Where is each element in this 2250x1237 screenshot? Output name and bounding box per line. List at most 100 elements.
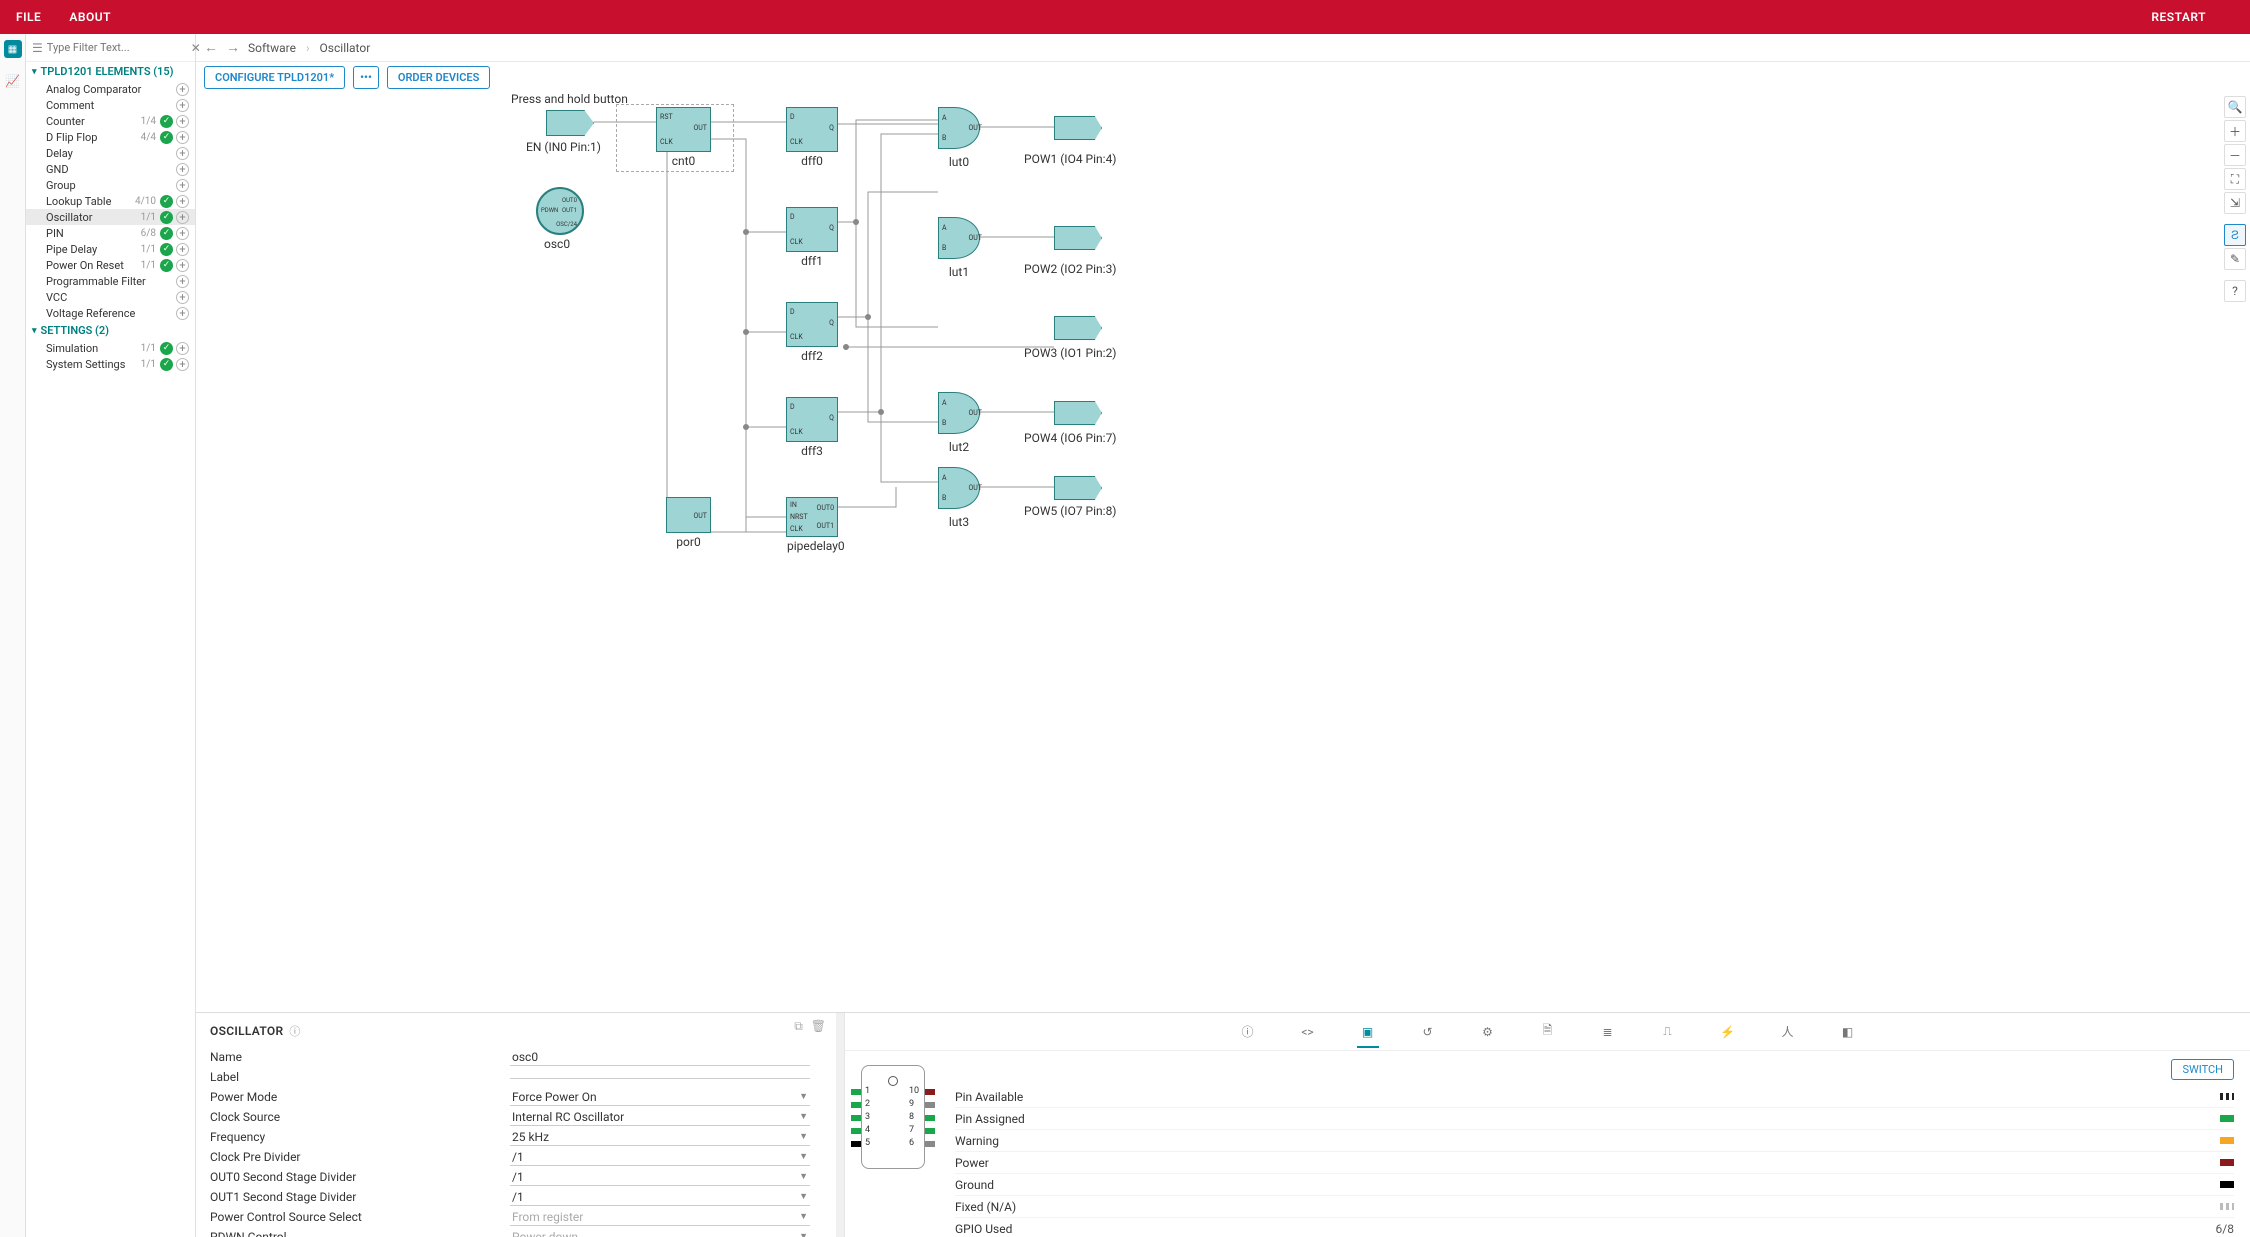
tree-item[interactable]: PIN6/8✓+	[26, 225, 195, 241]
sidebar-filter-input[interactable]	[47, 41, 187, 54]
menu-about[interactable]: ABOUT	[69, 10, 111, 24]
tree-item[interactable]: D Flip Flop4/4✓+	[26, 129, 195, 145]
configure-device-button[interactable]: CONFIGURE TPLD1201*	[204, 66, 345, 89]
add-element-icon[interactable]: +	[176, 227, 189, 240]
pin-legend: SWITCH Pin AvailablePin AssignedWarningP…	[955, 1059, 2234, 1229]
tree-item[interactable]: Counter1/4✓+	[26, 113, 195, 129]
add-element-icon[interactable]: +	[176, 195, 189, 208]
block-pow5[interactable]	[1054, 476, 1102, 500]
schematic-canvas[interactable]: Press and hold button EN (IN0 Pin:1) RST…	[196, 92, 2250, 1012]
tab-layout-icon[interactable]: ◧	[1837, 1021, 1859, 1043]
block-pow1[interactable]	[1054, 116, 1102, 140]
graph-view-icon[interactable]: 📈	[4, 72, 22, 90]
block-osc0[interactable]: PDWN OUT0 OUT1 OSC/24	[536, 187, 584, 235]
add-element-icon[interactable]: +	[176, 291, 189, 304]
tree-item[interactable]: VCC+	[26, 289, 195, 305]
tree-item[interactable]: Simulation1/1✓+	[26, 340, 195, 356]
nav-back-icon[interactable]: ←	[204, 39, 218, 56]
add-element-icon[interactable]: +	[176, 243, 189, 256]
tree-item[interactable]: Comment+	[26, 97, 195, 113]
route-tool-icon[interactable]: Ƨ	[2224, 224, 2246, 246]
property-value[interactable]: osc0	[510, 1049, 810, 1066]
property-value[interactable]: /1▼	[510, 1189, 810, 1206]
tab-graph-icon[interactable]: 人	[1777, 1021, 1799, 1043]
add-element-icon[interactable]: +	[176, 83, 189, 96]
property-value[interactable]: Force Power On▼	[510, 1089, 810, 1106]
tree-item[interactable]: Analog Comparator+	[26, 81, 195, 97]
tree-item[interactable]: Power On Reset1/1✓+	[26, 257, 195, 273]
tree-item[interactable]: Pipe Delay1/1✓+	[26, 241, 195, 257]
block-dff0[interactable]: D Q CLK dff0	[786, 107, 838, 152]
tab-info-icon[interactable]: ⓘ	[1237, 1021, 1259, 1043]
add-element-icon[interactable]: +	[176, 342, 189, 355]
add-element-icon[interactable]: +	[176, 275, 189, 288]
property-value[interactable]: 25 kHz▼	[510, 1129, 810, 1146]
edit-tool-icon[interactable]: ✎	[2224, 248, 2246, 270]
add-element-icon[interactable]: +	[176, 115, 189, 128]
zoom-in-icon[interactable]: ＋	[2224, 120, 2246, 142]
block-cnt0[interactable]: RST OUT CLK cnt0	[656, 107, 711, 152]
add-element-icon[interactable]: +	[176, 259, 189, 272]
add-element-icon[interactable]: +	[176, 358, 189, 371]
tree-item[interactable]: Lookup Table4/10✓+	[26, 193, 195, 209]
add-element-icon[interactable]: +	[176, 307, 189, 320]
components-view-icon[interactable]: ▦	[4, 40, 22, 58]
property-value[interactable]: Internal RC Oscillator▼	[510, 1109, 810, 1126]
add-element-icon[interactable]: +	[176, 99, 189, 112]
block-pipedelay0[interactable]: IN NRST CLK OUT0 OUT1 pipedelay0	[786, 497, 838, 537]
block-en-input[interactable]	[546, 110, 594, 136]
property-value[interactable]: From register▼	[510, 1209, 810, 1226]
tree-item[interactable]: Programmable Filter+	[26, 273, 195, 289]
zoom-out-icon[interactable]: －	[2224, 144, 2246, 166]
block-pow3[interactable]	[1054, 316, 1102, 340]
menu-restart[interactable]: RESTART	[2151, 10, 2206, 24]
menu-file[interactable]: FILE	[16, 10, 41, 24]
tree-group-header[interactable]: ▾SETTINGS (2)	[26, 321, 195, 340]
tree-item[interactable]: Group+	[26, 177, 195, 193]
breadcrumb-leaf[interactable]: Oscillator	[320, 41, 371, 55]
tab-wave-icon[interactable]: ⎍	[1657, 1021, 1679, 1043]
property-value[interactable]: Power down▼	[510, 1229, 810, 1237]
tab-power-icon[interactable]: ⚡	[1717, 1021, 1739, 1043]
block-pow4[interactable]	[1054, 401, 1102, 425]
fit-screen-icon[interactable]: ⛶	[2224, 168, 2246, 190]
tab-code-icon[interactable]: <>	[1297, 1021, 1319, 1043]
nav-forward-icon[interactable]: →	[226, 39, 240, 56]
add-element-icon[interactable]: +	[176, 179, 189, 192]
tab-history-icon[interactable]: ↺	[1417, 1021, 1439, 1043]
block-por0[interactable]: OUT por0	[666, 497, 711, 533]
info-icon[interactable]: ⓘ	[289, 1023, 300, 1039]
add-element-icon[interactable]: +	[176, 211, 189, 224]
more-actions-button[interactable]: •••	[353, 66, 379, 89]
help-icon[interactable]: ?	[2224, 280, 2246, 302]
tree-group-header[interactable]: ▾TPLD1201 ELEMENTS (15)	[26, 62, 195, 81]
property-value[interactable]: /1▼	[510, 1169, 810, 1186]
property-value[interactable]: /1▼	[510, 1149, 810, 1166]
add-element-icon[interactable]: +	[176, 147, 189, 160]
add-element-icon[interactable]: +	[176, 131, 189, 144]
tab-chip-icon[interactable]: ▣	[1357, 1026, 1379, 1048]
zoom-tool-icon[interactable]: 🔍	[2224, 96, 2246, 118]
add-element-icon[interactable]: +	[176, 163, 189, 176]
copy-icon[interactable]: ⧉	[794, 1019, 803, 1034]
block-dff1[interactable]: D Q CLK dff1	[786, 207, 838, 252]
tree-item[interactable]: Delay+	[26, 145, 195, 161]
block-dff2[interactable]: D Q CLK dff2	[786, 302, 838, 347]
delete-icon[interactable]: 🗑	[811, 1019, 826, 1034]
layout-icon[interactable]: ⇲	[2224, 192, 2246, 214]
block-pow2[interactable]	[1054, 226, 1102, 250]
order-devices-button[interactable]: ORDER DEVICES	[387, 66, 490, 89]
tab-stack-icon[interactable]: ≣	[1597, 1021, 1619, 1043]
tree-item[interactable]: Voltage Reference+	[26, 305, 195, 321]
tree-item[interactable]: System Settings1/1✓+	[26, 356, 195, 372]
tree-item[interactable]: Oscillator1/1✓+	[26, 209, 195, 225]
filter-icon[interactable]: ☰	[32, 41, 43, 55]
switch-button[interactable]: SWITCH	[2171, 1059, 2234, 1080]
tab-sliders-icon[interactable]: ⚙	[1477, 1021, 1499, 1043]
properties-scrollbar[interactable]	[836, 1013, 844, 1237]
tree-item[interactable]: GND+	[26, 161, 195, 177]
block-dff3[interactable]: D Q CLK dff3	[786, 397, 838, 442]
breadcrumb-root[interactable]: Software	[248, 41, 296, 55]
tab-doc-icon[interactable]: 🗎	[1537, 1021, 1559, 1043]
property-value[interactable]	[510, 1076, 810, 1079]
